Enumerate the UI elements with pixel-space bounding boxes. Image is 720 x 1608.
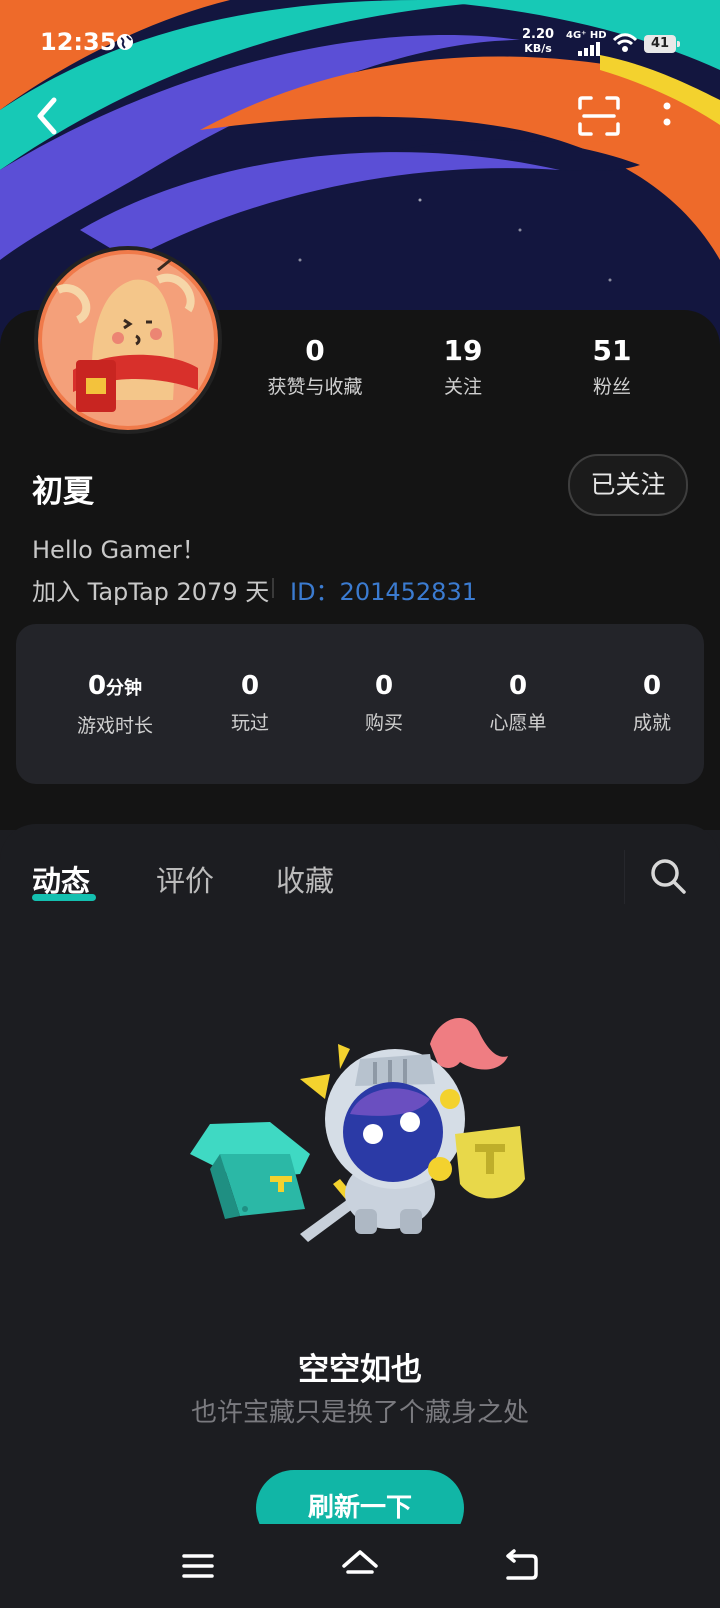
game-stats-panel: 0分钟 游戏时长 0 玩过 0 购买 0 心愿单 0 成就 [16, 624, 704, 784]
more-vertical-icon[interactable] [660, 100, 674, 130]
profile-stats: 0 获赞与收藏 19 关注 51 粉丝 [255, 334, 695, 398]
network-speed: 2.20 KB/s [522, 27, 555, 56]
user-bio: Hello Gamer！ [32, 536, 206, 564]
follow-button[interactable]: 已关注 [568, 454, 688, 516]
battery-indicator: 41 [644, 35, 680, 53]
stat-value: 19 [443, 334, 483, 367]
search-icon[interactable] [648, 856, 688, 896]
active-tab-indicator [32, 894, 96, 901]
tab-favorites[interactable]: 收藏 [276, 858, 334, 900]
game-stat-value: 0分钟 [87, 671, 143, 701]
stat-label: 关注 [443, 376, 482, 398]
game-stat-value: 0 [374, 671, 394, 701]
divider [272, 578, 274, 598]
menu-icon[interactable] [178, 1546, 218, 1586]
game-stat-wishlist[interactable]: 0 心愿单 [451, 670, 585, 735]
game-stat-unit: 分钟 [106, 678, 143, 699]
globe-icon [117, 34, 133, 50]
empty-state-subtitle: 也许宝藏只是换了个藏身之处 [190, 1398, 529, 1428]
game-stat-label: 成就 [632, 712, 671, 734]
game-stat-purchased[interactable]: 0 购买 [317, 670, 451, 735]
scan-icon[interactable] [578, 96, 620, 136]
game-stat-label: 游戏时长 [76, 715, 153, 737]
game-stat-value: 0 [240, 671, 260, 701]
chevron-left-icon[interactable] [30, 94, 66, 138]
system-navigation-bar [0, 1524, 720, 1608]
network-type: 4G⁺ HD [566, 30, 607, 41]
username: 初夏 [32, 474, 94, 510]
tab-reviews[interactable]: 评价 [156, 858, 214, 900]
join-duration: 加入 TapTap 2079 天 [32, 578, 270, 606]
game-stat-value: 0 [642, 671, 662, 701]
stat-label: 获赞与收藏 [267, 376, 363, 398]
status-bar: 12:35 2.20 KB/s 4G⁺ HD 41 [0, 0, 720, 80]
stat-value: 0 [305, 334, 325, 367]
wifi-icon [612, 33, 638, 52]
tab-separator [624, 850, 625, 904]
avatar[interactable] [34, 246, 222, 434]
return-icon[interactable] [502, 1546, 542, 1586]
avatar-image [38, 250, 218, 430]
empty-state-illustration [190, 1017, 525, 1242]
game-stat-playtime[interactable]: 0分钟 游戏时长 [48, 670, 182, 738]
game-stat-value: 0 [508, 671, 528, 701]
user-id[interactable]: ID：201452831 [290, 572, 477, 607]
stat-value: 51 [592, 334, 632, 367]
signal-icon [578, 42, 600, 56]
stat-followers[interactable]: 51 粉丝 [552, 334, 672, 399]
game-stat-label: 心愿单 [489, 712, 547, 734]
empty-state-title: 空空如也 [298, 1352, 422, 1388]
feed-section: 动态 评价 收藏 空空如也 也许宝藏只是换了个藏身之处 刷新一下 [0, 824, 720, 1546]
game-stat-label: 购买 [364, 712, 403, 734]
treasure-chest-icon [190, 1122, 310, 1219]
game-stat-label: 玩过 [230, 712, 269, 734]
game-stat-played[interactable]: 0 玩过 [183, 670, 317, 735]
home-icon[interactable] [340, 1546, 380, 1586]
stat-following[interactable]: 19 关注 [403, 334, 523, 399]
stat-label: 粉丝 [592, 376, 631, 398]
game-stat-achievements[interactable]: 0 成就 [585, 670, 719, 735]
stat-likes[interactable]: 0 获赞与收藏 [255, 334, 375, 399]
status-time: 12:35 [40, 28, 117, 56]
